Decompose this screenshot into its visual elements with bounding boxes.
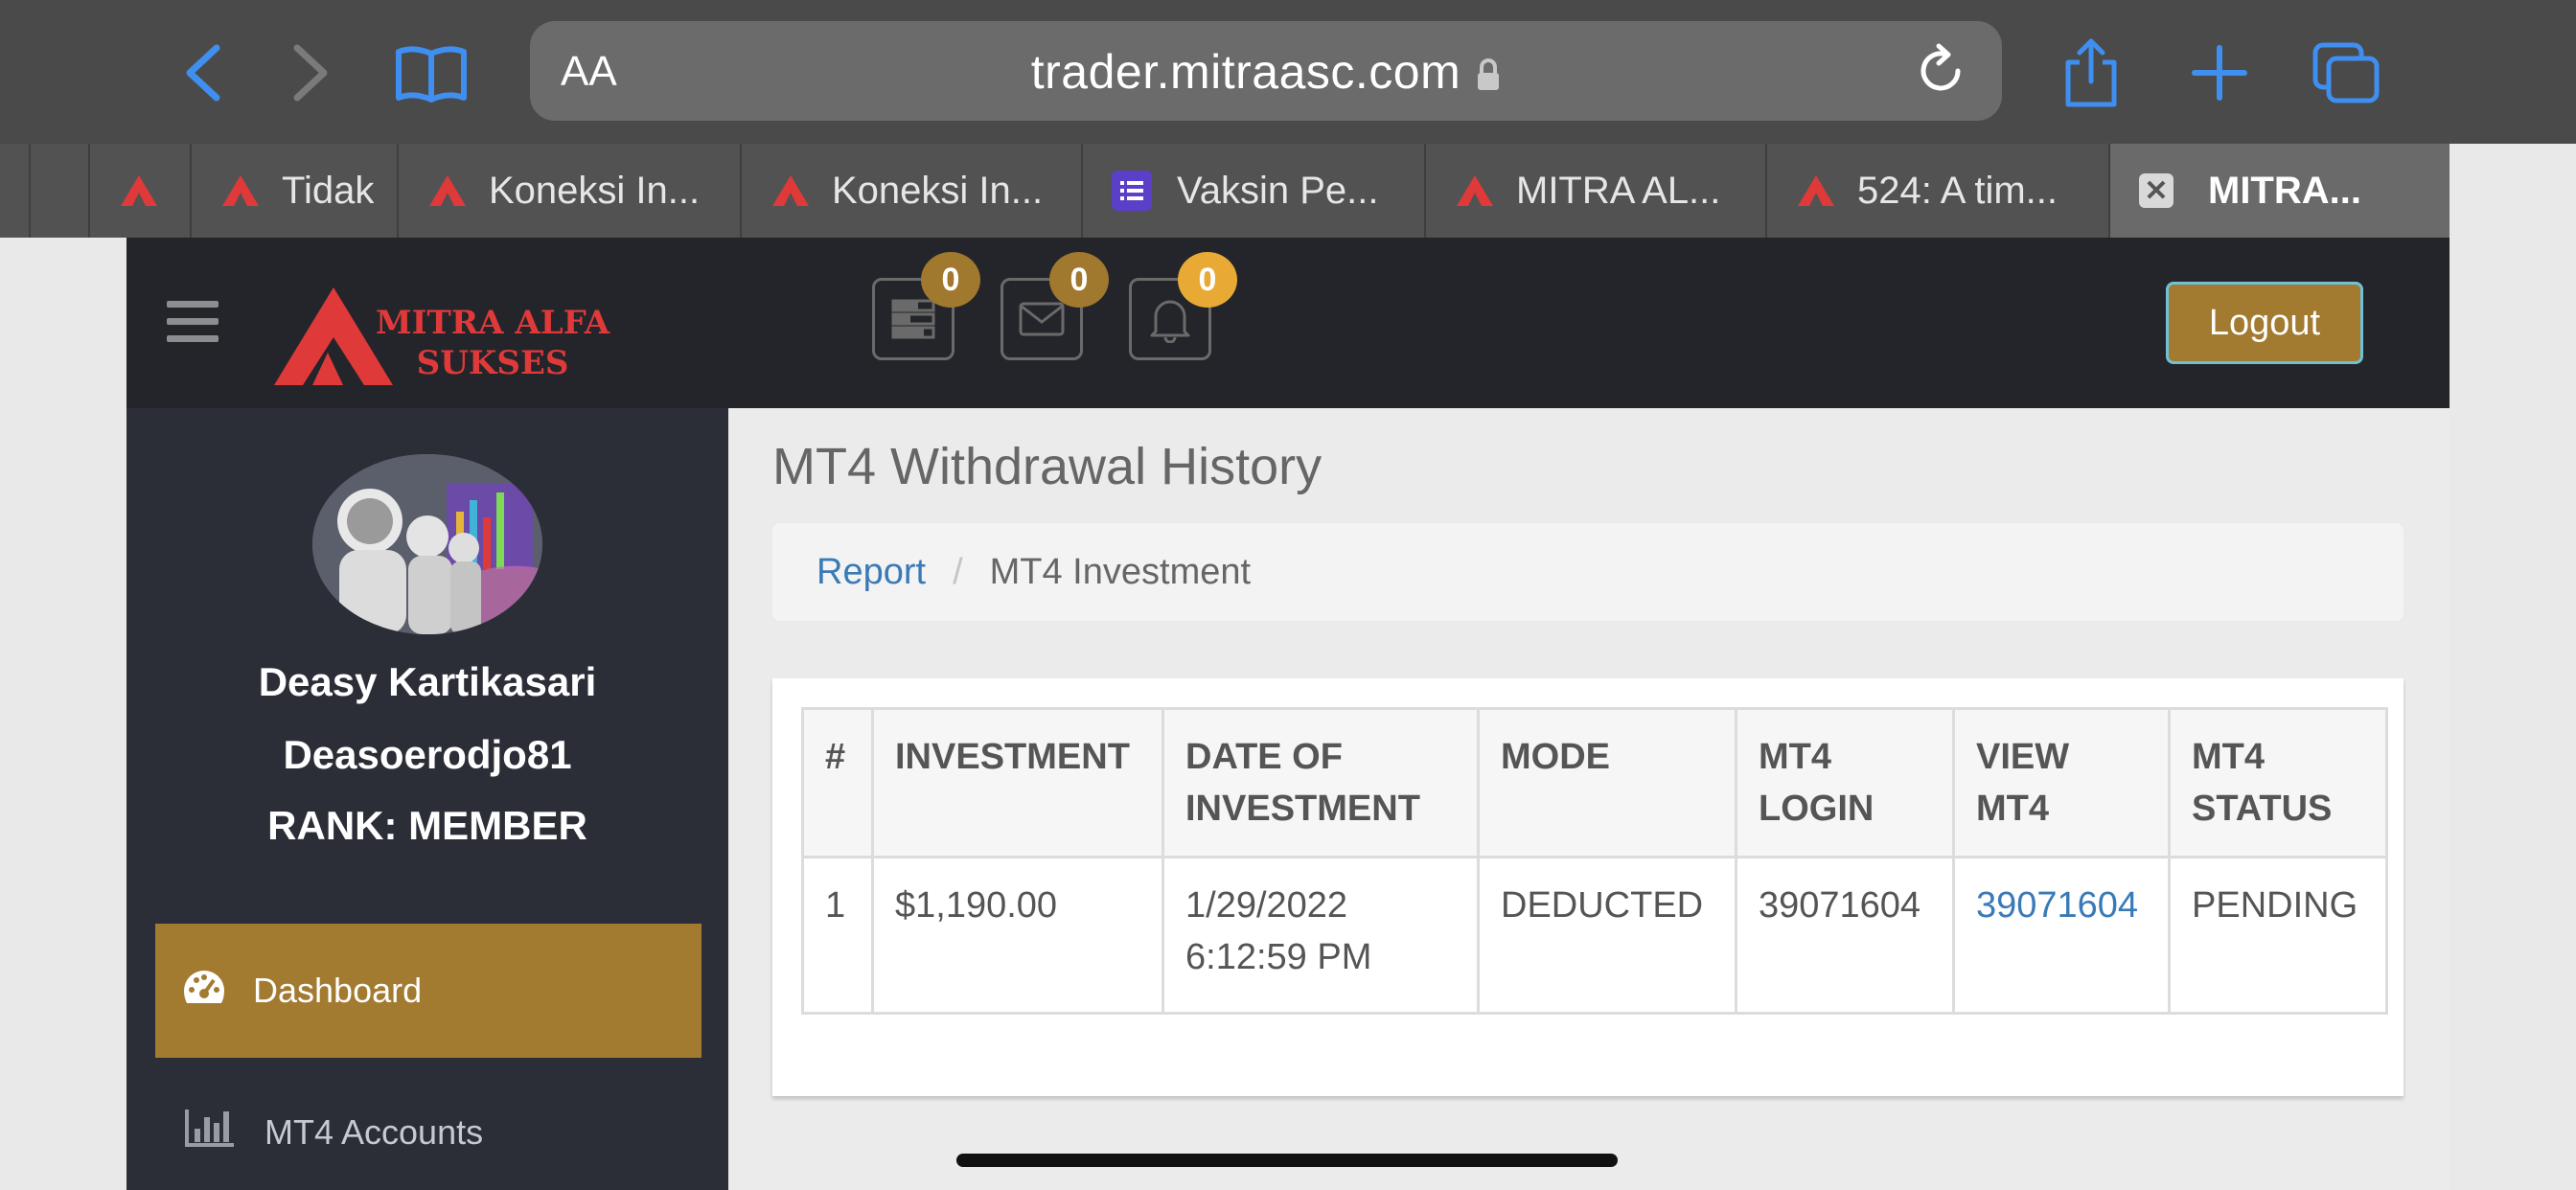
bookmarks-icon[interactable] bbox=[391, 38, 472, 107]
user-rank: RANK: MEMBER bbox=[267, 803, 587, 848]
tab-vaksin[interactable]: Vaksin Pe... bbox=[1081, 144, 1424, 238]
table-row: 1 $1,190.00 1/29/2022 6:12:59 PM DEDUCTE… bbox=[801, 856, 2388, 1015]
close-tab-icon[interactable]: ✕ bbox=[2139, 173, 2174, 208]
col-mt4-login: MT4 LOGIN bbox=[1735, 707, 1955, 858]
sidebar-item-label: Dashboard bbox=[253, 971, 423, 1010]
warning-icon bbox=[121, 175, 157, 206]
page-title: MT4 Withdrawal History bbox=[772, 438, 1322, 495]
tasks-button[interactable]: 0 bbox=[872, 252, 980, 360]
menu-toggle-icon[interactable] bbox=[167, 301, 218, 353]
breadcrumb-separator: / bbox=[953, 551, 963, 592]
mail-button[interactable]: 0 bbox=[1000, 252, 1109, 360]
sidebar: Deasy Kartikasari Deasoerodjo81 RANK: ME… bbox=[126, 408, 728, 1190]
warning-icon bbox=[772, 175, 809, 206]
brand-name: MITRA ALFA SUKSES bbox=[376, 303, 610, 383]
cell-date-time: 6:12:59 PM bbox=[1185, 937, 1372, 977]
col-date-of-investment: DATE OF INVESTMENT bbox=[1162, 707, 1480, 858]
warning-icon bbox=[1798, 175, 1834, 206]
tabs-overview-icon[interactable] bbox=[2312, 38, 2380, 107]
tab-blank[interactable] bbox=[29, 144, 88, 238]
lock-icon bbox=[1476, 48, 1501, 103]
breadcrumb-report-link[interactable]: Report bbox=[816, 552, 926, 593]
logout-button[interactable]: Logout bbox=[2166, 282, 2363, 364]
tab-mitra-active[interactable]: ✕ MITRA... bbox=[2108, 144, 2450, 238]
tab-label: MITRA... bbox=[2208, 169, 2361, 212]
tab-label: Koneksi In... bbox=[489, 169, 701, 212]
warning-icon bbox=[1457, 175, 1493, 206]
tab-label: Vaksin Pe... bbox=[1177, 169, 1379, 212]
dashboard-icon bbox=[182, 969, 226, 1014]
tab-label: Tidak bbox=[282, 169, 375, 212]
new-tab-icon[interactable] bbox=[2185, 38, 2254, 107]
warning-icon bbox=[429, 175, 466, 206]
cell-number: 1 bbox=[801, 856, 874, 1015]
form-icon bbox=[1112, 171, 1152, 211]
sidebar-item-mt4-accounts[interactable]: MT4 Accounts bbox=[184, 1108, 483, 1156]
brand-line-2: SUKSES bbox=[416, 344, 569, 382]
mail-icon bbox=[1019, 302, 1065, 336]
avatar bbox=[312, 454, 542, 634]
mail-badge: 0 bbox=[1049, 252, 1109, 308]
bar-chart-icon bbox=[184, 1108, 236, 1156]
col-mode: MODE bbox=[1477, 707, 1737, 858]
tab-label: MITRA AL... bbox=[1516, 169, 1721, 212]
col-number: # bbox=[801, 707, 874, 858]
browser-toolbar: AA trader.mitraasc.com bbox=[0, 0, 2576, 144]
tab-koneksi-2[interactable]: Koneksi In... bbox=[740, 144, 1081, 238]
cell-date-day: 1/29/2022 bbox=[1185, 885, 1348, 926]
tab-label: Koneksi In... bbox=[832, 169, 1044, 212]
forward-icon[interactable] bbox=[276, 38, 345, 107]
brand-line-1: MITRA ALFA bbox=[376, 304, 610, 342]
url-display: trader.mitraasc.com bbox=[530, 44, 2002, 103]
home-indicator[interactable] bbox=[956, 1154, 1618, 1167]
col-investment: INVESTMENT bbox=[871, 707, 1164, 858]
browser-tab-bar: Tidak Koneksi In... Koneksi In... Vaksin… bbox=[0, 144, 2450, 238]
sidebar-item-dashboard[interactable]: Dashboard bbox=[155, 924, 702, 1058]
breadcrumb: Report / MT4 Investment bbox=[772, 523, 2404, 621]
tab-mitra-1[interactable]: MITRA AL... bbox=[1424, 144, 1765, 238]
tasks-icon bbox=[891, 299, 935, 339]
bell-icon bbox=[1150, 300, 1190, 343]
tasks-badge: 0 bbox=[921, 252, 980, 308]
tab-tidak[interactable]: Tidak bbox=[190, 144, 397, 238]
user-full-name: Deasy Kartikasari bbox=[258, 659, 597, 704]
avatar-robots-image bbox=[312, 454, 542, 634]
col-mt4-status: MT4 STATUS bbox=[2168, 707, 2388, 858]
url-text: trader.mitraasc.com bbox=[1030, 45, 1461, 99]
tab-524-timeout[interactable]: 524: A tim... bbox=[1765, 144, 2108, 238]
view-mt4-link[interactable]: 39071604 bbox=[1952, 856, 2171, 1015]
notifications-badge: 0 bbox=[1178, 252, 1237, 308]
back-icon[interactable] bbox=[169, 38, 238, 107]
breadcrumb-current: MT4 Investment bbox=[989, 551, 1252, 592]
cell-investment: $1,190.00 bbox=[871, 856, 1164, 1015]
tab-label: 524: A tim... bbox=[1857, 169, 2058, 212]
withdrawal-history-table: # INVESTMENT DATE OF INVESTMENT MODE MT4… bbox=[801, 707, 2388, 1015]
col-view-mt4: VIEW MT4 bbox=[1952, 707, 2171, 858]
notifications-button[interactable]: 0 bbox=[1129, 252, 1237, 360]
tab-warning-1[interactable] bbox=[88, 144, 190, 238]
sidebar-item-label: MT4 Accounts bbox=[264, 1111, 484, 1152]
cell-mode: DEDUCTED bbox=[1477, 856, 1737, 1015]
withdrawal-history-panel: # INVESTMENT DATE OF INVESTMENT MODE MT4… bbox=[772, 678, 2404, 1096]
cell-mt4-login: 39071604 bbox=[1735, 856, 1955, 1015]
cell-date: 1/29/2022 6:12:59 PM bbox=[1162, 856, 1480, 1015]
tab-koneksi-1[interactable]: Koneksi In... bbox=[397, 144, 740, 238]
app-header: MITRA ALFA SUKSES 0 0 0 Logout bbox=[126, 238, 2450, 408]
cell-mt4-status: PENDING bbox=[2168, 856, 2388, 1015]
warning-icon bbox=[222, 175, 259, 206]
address-bar[interactable]: AA trader.mitraasc.com bbox=[530, 21, 2002, 121]
main-content: MT4 Withdrawal History Report / MT4 Inve… bbox=[728, 408, 2450, 1190]
share-icon[interactable] bbox=[2057, 38, 2126, 107]
reload-icon[interactable] bbox=[1914, 42, 1967, 104]
username: Deasoerodjo81 bbox=[283, 732, 572, 777]
table-header-row: # INVESTMENT DATE OF INVESTMENT MODE MT4… bbox=[801, 707, 2388, 858]
